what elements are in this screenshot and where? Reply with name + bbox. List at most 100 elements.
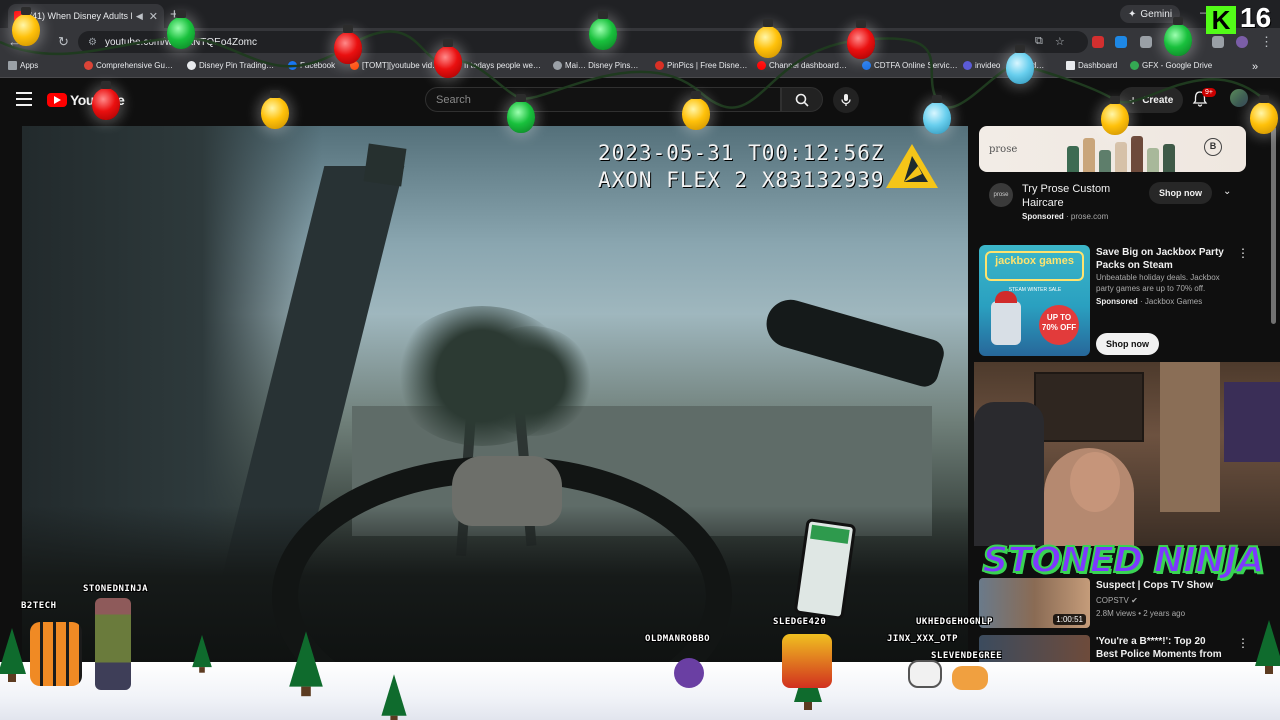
pinpics-icon (655, 61, 664, 70)
snow-ground (0, 662, 1280, 720)
browser-menu-icon[interactable]: ⋮ (1260, 34, 1273, 50)
stream-title-overlay: STONED NINJA (981, 539, 1265, 582)
account-avatar[interactable] (1230, 89, 1248, 107)
more-bookmarks-icon[interactable]: » (1252, 61, 1258, 73)
bookmark-favicon-icon (187, 61, 196, 70)
bookmark-favicon-icon (8, 61, 17, 70)
profile-icon[interactable] (1236, 36, 1248, 48)
video-player[interactable]: 2023-05-31 T00:12:56Z AXON FLEX 2 X83132… (22, 126, 968, 664)
bookmark-5[interactable]: If todays people we… (452, 61, 541, 70)
webcam-poster (1224, 382, 1280, 462)
yellow-light-bulb-icon (1101, 96, 1129, 135)
fire-creature-sprite-icon (782, 634, 832, 688)
reload-icon[interactable]: ↻ (58, 34, 69, 50)
blue-light-bulb-icon (1006, 45, 1034, 84)
chatter-name: B2TECH (21, 601, 57, 611)
red-light-bulb-icon (434, 39, 462, 78)
bookmark-9[interactable]: CDTFA Online Servic… (862, 61, 958, 70)
install-app-icon[interactable]: ⧉ (1035, 35, 1043, 48)
extensions-puzzle-icon[interactable] (1140, 36, 1152, 48)
prose-ad-sponsor-line: Sponsored · prose.com (1022, 212, 1109, 221)
site-info-icon[interactable]: ⚙ (88, 37, 97, 48)
pine-tree-icon (289, 631, 323, 697)
bookmark-13[interactable]: GFX - Google Drive (1130, 61, 1212, 70)
santa-robot-icon (991, 291, 1021, 345)
voice-search-button[interactable] (833, 87, 859, 113)
menu-icon[interactable] (16, 92, 32, 106)
bookmark-3[interactable]: Facebook (288, 61, 335, 70)
yellow-light-bulb-icon (754, 19, 782, 58)
bookmark-1[interactable]: Comprehensive Gu… (84, 61, 173, 70)
bookmark-2[interactable]: Disney Pin Trading… (187, 61, 274, 70)
bookmark-4[interactable]: [TOMT][youtube vid… (350, 61, 440, 70)
extension-red-icon[interactable] (1092, 36, 1104, 48)
prose-shop-now-button[interactable]: Shop now (1149, 182, 1212, 204)
jackbox-logo: jackbox games (985, 251, 1084, 281)
bookmark-favicon-icon (862, 61, 871, 70)
notification-count-badge: 9+ (1202, 88, 1216, 97)
bookmarks-bar: Apps Comprehensive Gu… Disney Pin Tradin… (0, 56, 1280, 78)
product-bottle (1067, 146, 1079, 172)
screen: (41) When Disney Adults Ra ◀︎ ✕ + ✦ Gemi… (0, 0, 1280, 720)
product-bottle (1131, 136, 1143, 172)
yellow-light-bulb-icon (12, 7, 40, 46)
axon-logo-icon (886, 144, 938, 188)
invideo-icon (963, 61, 972, 70)
green-light-bulb-icon (1164, 17, 1192, 56)
playlist-icon[interactable] (1212, 36, 1224, 48)
bookmark-6[interactable]: Mai… Disney Pins… (553, 61, 638, 70)
streamer-webcam (974, 362, 1280, 546)
prose-logo: prose (989, 183, 1013, 207)
close-tab-icon[interactable]: ✕ (149, 10, 158, 23)
extension-blue-icon[interactable] (1115, 36, 1127, 48)
channel-name[interactable]: COPSTV ✔ (1096, 596, 1138, 605)
youtube-play-icon (47, 93, 67, 107)
jackbox-ad-description: Unbeatable holiday deals. Jackbox party … (1096, 273, 1220, 293)
bookmark-0[interactable]: Apps (8, 61, 38, 70)
pine-tree-icon (192, 634, 212, 673)
create-label: Create (1142, 94, 1174, 106)
chevron-down-icon[interactable]: ⌄ (1223, 186, 1231, 197)
orange-critter-sprite-icon (952, 666, 988, 690)
gemini-button[interactable]: ✦ Gemini (1120, 5, 1181, 23)
red-light-bulb-icon (334, 25, 362, 64)
sidebar-scrollbar[interactable] (1271, 126, 1276, 324)
facebook-icon (288, 61, 297, 70)
plus-icon: + (1129, 92, 1138, 108)
gemini-label: Gemini (1140, 8, 1173, 20)
video-thumbnail-cops[interactable]: 1:00:51 (979, 578, 1090, 628)
more-options-icon[interactable]: ⋮ (1237, 636, 1249, 650)
green-light-bulb-icon (167, 10, 195, 49)
yellow-light-bulb-icon (682, 91, 710, 130)
search-input[interactable]: Search (425, 87, 781, 112)
chatter-name: SLEDGE420 (773, 617, 827, 627)
bookmark-10[interactable]: invideo (963, 61, 1000, 70)
product-bottle (1083, 138, 1095, 172)
speaker-icon[interactable]: ◀︎ (136, 11, 143, 22)
jackbox-ad-title[interactable]: Save Big on Jackbox Party Packs on Steam (1096, 246, 1232, 272)
kick-logo-icon: K (1206, 6, 1236, 34)
address-bar[interactable]: ⚙ youtube.com/w…=kNTQEo4Zomc (78, 31, 1088, 53)
more-options-icon[interactable]: ⋮ (1237, 246, 1249, 260)
prose-ad-title[interactable]: Try Prose Custom Haircare (1022, 182, 1152, 210)
product-bottle (1099, 150, 1111, 172)
jackbox-shop-now-button[interactable]: Shop now (1096, 333, 1159, 355)
tab-title: (41) When Disney Adults Ra (29, 11, 132, 21)
green-light-bulb-icon (507, 94, 535, 133)
bookmark-12[interactable]: Dashboard (1066, 61, 1117, 70)
tiger-sprite-icon (30, 622, 82, 686)
video-duration: 1:00:51 (1053, 614, 1086, 625)
create-button[interactable]: + Create (1119, 87, 1184, 113)
video-title[interactable]: Suspect | Cops TV Show (1096, 580, 1213, 591)
bookmark-7[interactable]: PinPics | Free Disne… (655, 61, 747, 70)
youtube-studio-icon (757, 61, 766, 70)
search-button[interactable] (781, 87, 823, 112)
palm-tree-crown (472, 326, 592, 436)
bookmark-star-icon[interactable]: ☆ (1055, 35, 1065, 48)
verified-check-icon: ✔ (1131, 596, 1138, 605)
chatter-name: OLDMANROBBO (645, 634, 711, 644)
webcam-door (1160, 362, 1220, 512)
jackbox-ad-thumbnail[interactable]: jackbox games STEAM WINTER SALE UP TO 70… (979, 245, 1090, 356)
bookmark-8[interactable]: Channel dashboard… (757, 61, 847, 70)
omnibox-actions: ⧉ ☆ (1035, 35, 1065, 48)
